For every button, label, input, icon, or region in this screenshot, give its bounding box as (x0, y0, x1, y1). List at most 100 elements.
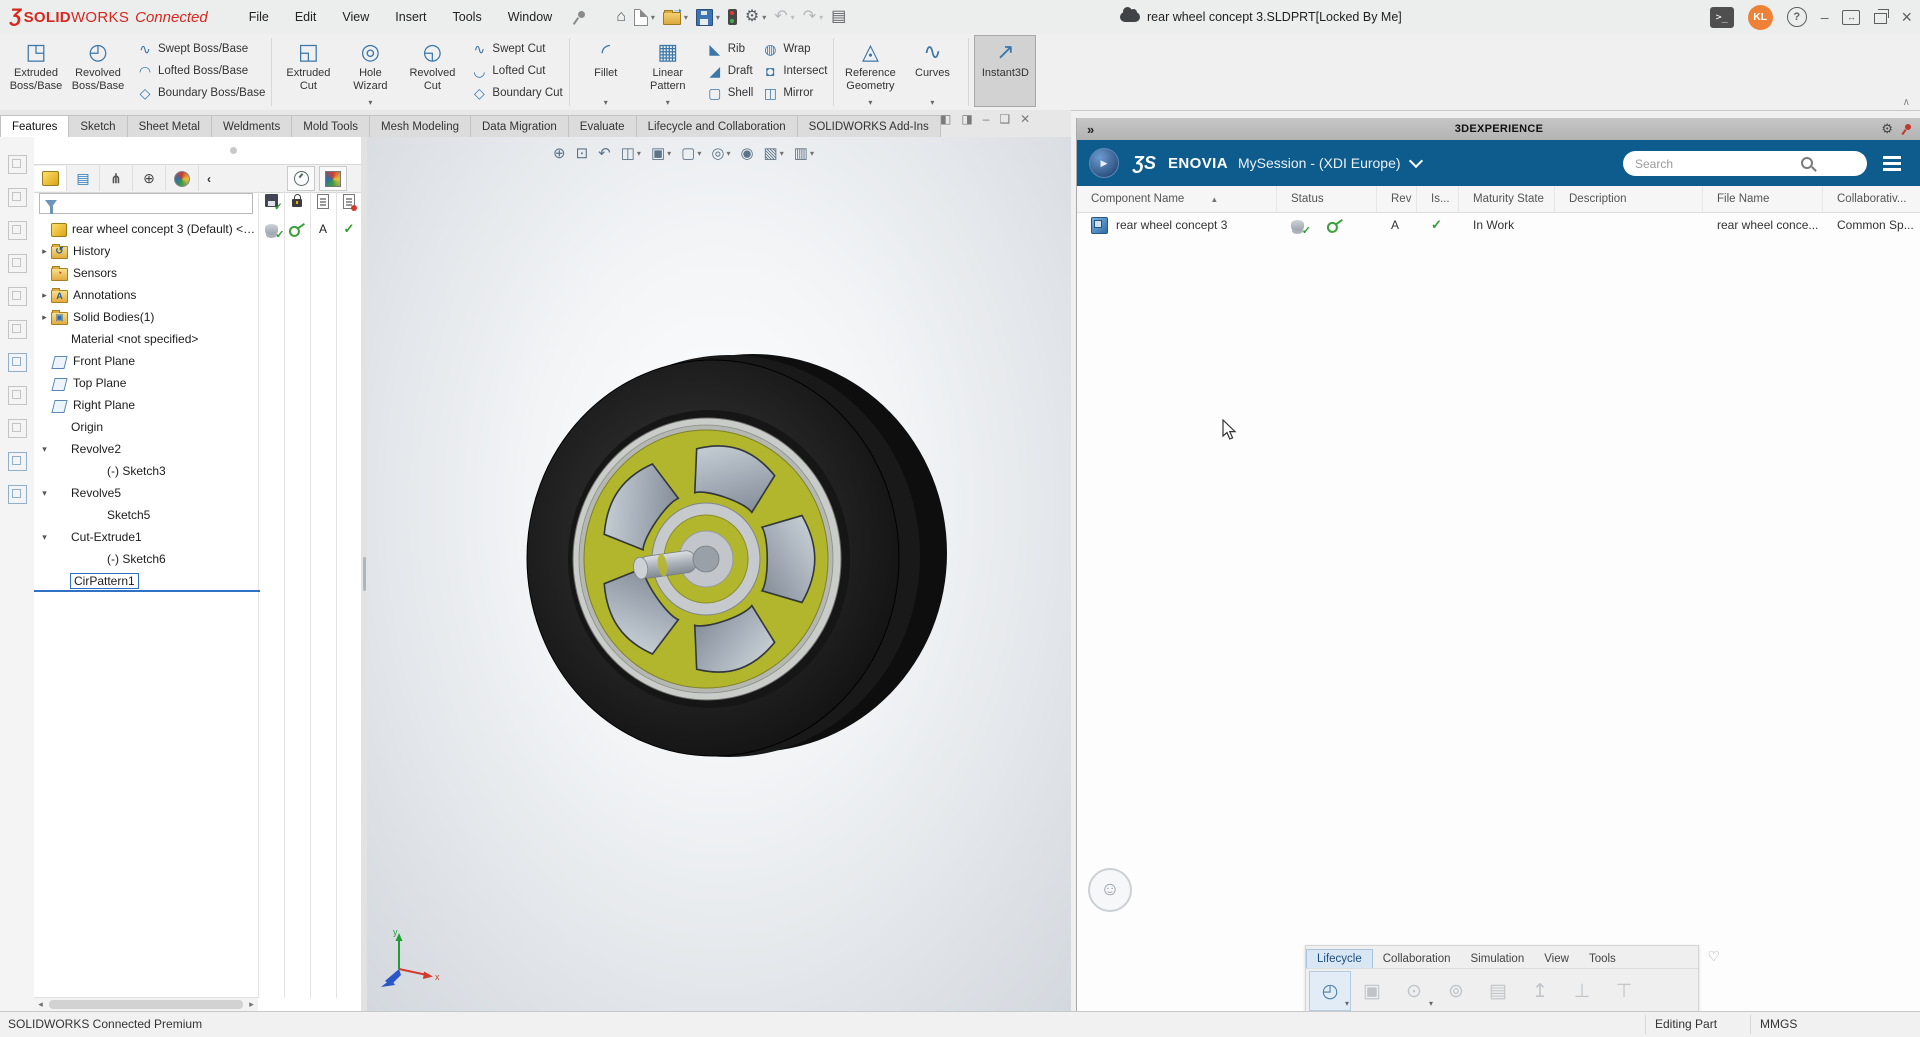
panel-pin-icon[interactable] (1901, 123, 1913, 135)
tab-dimxpert-manager[interactable]: ⊕ (133, 166, 166, 191)
palette-tab[interactable]: Tools (1579, 950, 1626, 968)
view-settings[interactable]: ▥ ▾ (790, 142, 818, 164)
revolved-boss-base[interactable]: ◴ Revolved Boss/Base ▾ (68, 36, 128, 106)
tree-expander-icon[interactable]: ▸ (38, 246, 51, 257)
undo-button[interactable]: ↶▾ (771, 6, 797, 28)
column-header[interactable]: Maturity State ▲ (1459, 186, 1555, 212)
swept-cut[interactable]: ∿ Swept Cut (468, 38, 568, 60)
tree-item[interactable]: rear wheel concept 3 (Default) <<Defa (34, 218, 258, 240)
chevron-down-icon[interactable] (1408, 154, 1422, 168)
select-tool[interactable] (8, 353, 27, 372)
restore-window-button[interactable] (1874, 13, 1887, 24)
scroll-right-icon[interactable]: ▸ (245, 999, 258, 1010)
lofted-boss-base[interactable]: ◠ Lofted Boss/Base (134, 60, 271, 82)
dropdown-caret-icon[interactable]: ▾ (716, 13, 720, 22)
boundary-boss-base[interactable]: ◇ Boundary Boss/Base (134, 82, 271, 104)
open-button[interactable]: ▾ (660, 6, 691, 28)
tree-item[interactable]: CirPattern1 (34, 570, 258, 592)
pane-cube-4[interactable] (8, 254, 27, 273)
edit-appearance[interactable]: ◉ ▾ (736, 142, 757, 164)
tree-item[interactable]: Sketch5 (34, 504, 258, 526)
explore[interactable]: ⊙ ▾ (1394, 972, 1434, 1010)
wrap[interactable]: ◍ Wrap (759, 38, 833, 60)
column-header[interactable]: Description ▲ (1555, 186, 1703, 212)
column-header[interactable]: Collaborativ... ▲ (1823, 186, 1920, 212)
tree-horizontal-scrollbar[interactable]: ◂ ▸ (34, 997, 258, 1011)
dropdown-caret-icon[interactable]: ▾ (667, 149, 671, 158)
compass-icon[interactable]: ▶ (1089, 148, 1119, 178)
menu-item[interactable]: Edit (282, 6, 330, 28)
tree-item[interactable]: Top Plane (34, 372, 258, 394)
fillet[interactable]: ◜ Fillet ▾ (576, 36, 636, 106)
dropdown-caret-icon[interactable]: ▾ (1345, 999, 1349, 1008)
display-style[interactable]: ▢ ▾ (677, 142, 705, 164)
dropdown-caret-icon[interactable]: ▾ (666, 98, 670, 107)
command-tab[interactable]: Lifecycle and Collaboration (636, 115, 798, 137)
command-tab[interactable]: Mesh Modeling (369, 115, 471, 137)
tab-configuration-manager[interactable]: ⋔ (100, 166, 133, 191)
command-tab[interactable]: Sketch (68, 115, 127, 137)
home-button[interactable]: ⌂ (613, 6, 629, 28)
palette-tab[interactable]: Simulation (1461, 950, 1535, 968)
shell[interactable]: ▢ Shell (704, 82, 760, 104)
scrollbar-thumb[interactable] (49, 1000, 243, 1009)
command-prompt-button[interactable]: >_ (1710, 7, 1734, 28)
lifecycle-status-button[interactable] (725, 6, 740, 28)
dropdown-caret-icon[interactable]: ▾ (684, 13, 688, 22)
saved-state-column-header[interactable] (258, 194, 284, 207)
command-tab[interactable]: Mold Tools (291, 115, 370, 137)
panel-splitter-dot[interactable] (230, 147, 237, 154)
sort-ascending-icon[interactable]: ▲ (1210, 195, 1218, 204)
component-table-row[interactable]: rear wheel concept 3 A ✓ In Work rear wh… (1077, 212, 1920, 238)
checked-out-column-header[interactable] (310, 194, 336, 209)
insert-component[interactable]: ↥ ▾ (1520, 972, 1560, 1010)
display-pane[interactable] (8, 419, 27, 438)
revision-flow[interactable]: ◴ ▾ (1310, 972, 1350, 1010)
command-tab[interactable]: SOLIDWORKS Add-Ins (797, 115, 941, 137)
tree-filter-input[interactable] (65, 195, 252, 212)
session-selector[interactable]: MySession - (XDI Europe) (1238, 155, 1401, 171)
search-input[interactable] (1623, 151, 1867, 176)
minimize-pane-icon[interactable]: – (983, 112, 990, 126)
menu-item[interactable]: File (236, 6, 282, 28)
command-tab[interactable]: Sheet Metal (127, 115, 212, 137)
column-header[interactable]: Rev ▲ (1377, 186, 1417, 212)
extruded-boss-base[interactable]: ◳ Extruded Boss/Base ▾ (6, 36, 66, 106)
save-button[interactable]: ▾ (693, 6, 723, 29)
duplicate[interactable]: ▣ ▾ (1352, 972, 1392, 1010)
dropdown-caret-icon[interactable]: ▾ (762, 13, 766, 22)
menu-item[interactable]: Tools (440, 6, 495, 28)
restore-pane-icon[interactable]: ❑ (999, 112, 1010, 126)
dropdown-caret-icon[interactable]: ▾ (726, 149, 730, 158)
tree-item[interactable]: ▸ History (34, 240, 258, 262)
pane-cube-3[interactable] (8, 221, 27, 240)
instant3d[interactable]: ↗ Instant3D ▾ (975, 36, 1035, 106)
boundary-cut[interactable]: ◇ Boundary Cut (468, 82, 568, 104)
tree-item[interactable]: (-) Sketch3 (34, 460, 258, 482)
favorites-heart-icon[interactable]: ♡ (1707, 948, 1720, 965)
hole-wizard[interactable]: ◎ Hole Wizard ▾ (340, 36, 400, 106)
panel-settings-icon[interactable]: ⚙ (1881, 121, 1893, 137)
tree-item[interactable]: Sensors (34, 262, 258, 284)
split-window-button[interactable]: ↔ (1842, 10, 1860, 25)
dropdown-caret-icon[interactable]: ▾ (810, 149, 814, 158)
ribbon-collapse-icon[interactable]: ∧ (1903, 97, 1910, 108)
collapse-pane-icon[interactable]: ‹ (199, 172, 219, 186)
dropdown-caret-icon[interactable]: ▾ (651, 13, 655, 22)
lofted-cut[interactable]: ◡ Lofted Cut (468, 60, 568, 82)
menu-item[interactable]: Insert (382, 6, 439, 28)
tab-display-manager[interactable] (166, 166, 199, 191)
column-header[interactable]: File Name ▲ (1703, 186, 1823, 212)
change-maturity[interactable]: ⊚ ▾ (1436, 972, 1476, 1010)
search-icon[interactable] (1801, 157, 1813, 169)
linear-pattern[interactable]: ▦ Linear Pattern ▾ (638, 36, 698, 106)
zoom-fit[interactable]: ⊕ ▾ (549, 142, 570, 164)
pane-cube-1[interactable] (8, 155, 27, 174)
pane-cube-6[interactable] (8, 320, 27, 339)
tree-item[interactable]: ▾ Revolve2 (34, 438, 258, 460)
tab-property-manager[interactable]: ▤ (67, 166, 100, 191)
tree-expander-icon[interactable]: ▸ (38, 312, 51, 323)
display-states-button[interactable] (319, 166, 347, 191)
tree-item[interactable]: ▾ Cut-Extrude1 (34, 526, 258, 548)
menu-item[interactable]: Window (495, 6, 565, 28)
